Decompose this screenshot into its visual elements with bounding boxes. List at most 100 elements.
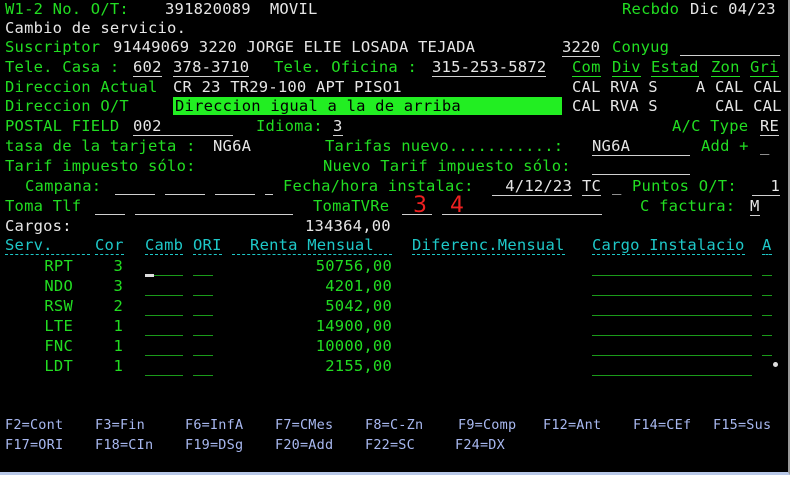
handwritten-annotation-4: 4 — [450, 193, 464, 218]
install-date-field[interactable]: 4/12/23 — [492, 177, 572, 196]
toma-tv-field-2[interactable] — [442, 214, 602, 215]
row-a-field[interactable] — [762, 295, 772, 296]
geo-header-zon: Zon — [711, 58, 740, 77]
points-label: Puntos O/T: — [632, 177, 737, 195]
row-a-field[interactable] — [762, 315, 772, 316]
row-renta: 5042,00 — [325, 297, 392, 315]
ac-type-field[interactable]: RE — [760, 117, 780, 136]
function-key[interactable]: F18=CIn — [95, 436, 153, 454]
order-label: W1-2 No. O/T: — [5, 0, 129, 18]
row-renta: 14900,00 — [315, 317, 392, 335]
function-key[interactable]: F24=DX — [455, 436, 505, 454]
geo-header-gri: Gri — [750, 58, 779, 77]
function-key[interactable]: F15=Sus — [713, 416, 771, 434]
row-ori-field[interactable] — [193, 315, 213, 316]
add-field[interactable]: _ — [760, 137, 770, 155]
row-cor: 1 — [113, 317, 123, 335]
col-header-a: A — [762, 236, 772, 255]
function-key[interactable]: F9=Comp — [458, 416, 516, 434]
ot-address-label: Direccion O/T — [5, 97, 129, 115]
function-key[interactable]: F17=ORI — [5, 436, 63, 454]
subscriber-code-field[interactable]: 3220 — [562, 38, 601, 57]
spouse-label: Conyug — [612, 38, 670, 56]
campaign-field-3[interactable] — [215, 194, 255, 195]
geo-header-div: Div — [612, 58, 641, 77]
current-address-label: Direccion Actual — [5, 78, 158, 96]
campaign-field-4[interactable] — [265, 194, 273, 195]
home-number-field[interactable]: 378-3710 — [173, 58, 250, 77]
ot-address-field[interactable]: Direccion igual a la de arriba — [173, 97, 562, 115]
card-rate-value: NG6A — [213, 137, 252, 155]
points-field[interactable]: 1 — [752, 177, 780, 196]
new-rates-field[interactable]: NG6A — [592, 137, 690, 156]
row-cargo-field[interactable] — [592, 355, 752, 356]
row-cor: 1 — [113, 337, 123, 355]
function-key[interactable]: F14=CEf — [633, 416, 691, 434]
row-ori-field[interactable] — [193, 375, 213, 376]
row-cor: 3 — [113, 277, 123, 295]
function-key[interactable]: F8=C-Zn — [365, 416, 423, 434]
col-header-serv: Serv. — [5, 236, 90, 255]
billing-field[interactable]: M — [750, 197, 760, 216]
function-key[interactable]: F3=Fin — [95, 416, 145, 434]
row-serv: LTE — [44, 317, 73, 335]
charges-label: Cargos: — [5, 217, 72, 235]
row-cargo-field[interactable] — [592, 295, 752, 296]
toma-tlf-field-2[interactable] — [135, 214, 293, 215]
new-tax-field[interactable] — [592, 174, 690, 175]
row-ori-field[interactable] — [193, 335, 213, 336]
col-header-diferenc: Diferenc.Mensual — [412, 236, 565, 255]
row-camb-field[interactable] — [145, 315, 183, 316]
install-extra-field[interactable]: _ — [612, 177, 622, 195]
campaign-field-2[interactable] — [165, 194, 205, 195]
order-number: 391820089 MOVIL — [165, 0, 318, 18]
row-serv: FNC — [44, 337, 73, 355]
col-header-renta: Renta Mensual — [232, 236, 392, 255]
cursor-dot — [773, 362, 778, 367]
install-time-field[interactable]: TC — [582, 177, 602, 196]
function-key[interactable]: F20=Add — [275, 436, 333, 454]
function-key[interactable]: F19=DSg — [185, 436, 243, 454]
function-key[interactable]: F12=Ant — [543, 416, 601, 434]
ot-address-geo: CAL RVA S CAL CAL — [572, 97, 782, 115]
row-cargo-field[interactable] — [592, 335, 752, 336]
row-camb-field[interactable] — [145, 375, 183, 376]
spouse-field[interactable] — [680, 55, 780, 56]
row-cargo-field[interactable] — [592, 315, 752, 316]
postal-field[interactable]: 002 — [133, 117, 233, 136]
row-camb-field[interactable] — [145, 295, 183, 296]
row-camb-field[interactable] — [145, 335, 183, 336]
row-cor: 2 — [113, 297, 123, 315]
row-cargo-field[interactable] — [592, 375, 752, 376]
col-header-camb: Camb — [145, 236, 184, 255]
card-rate-label: tasa de la tarjeta : — [5, 137, 196, 155]
function-key[interactable]: F6=InfA — [185, 416, 243, 434]
row-serv: RPT — [44, 257, 73, 275]
campaign-field-1[interactable] — [115, 194, 155, 195]
function-key[interactable]: F7=CMes — [275, 416, 333, 434]
row-ori-field[interactable] — [193, 355, 213, 356]
home-area-field[interactable]: 602 — [133, 58, 162, 77]
language-field[interactable]: 3 — [333, 117, 343, 136]
row-a-field[interactable] — [762, 275, 772, 276]
row-cor: 3 — [113, 257, 123, 275]
text-cursor — [145, 274, 154, 277]
row-a-field[interactable] — [762, 335, 772, 336]
function-key[interactable]: F22=SC — [365, 436, 415, 454]
col-header-cargo: Cargo Instalacio — [592, 236, 745, 255]
office-number-field[interactable]: 315-253-5872 — [432, 58, 547, 77]
toma-tlf-field-1[interactable] — [95, 214, 125, 215]
add-label: Add + — [701, 137, 749, 155]
col-header-ori: ORI — [193, 236, 222, 255]
row-ori-field[interactable] — [193, 295, 213, 296]
row-renta: 2155,00 — [325, 357, 392, 375]
row-renta: 10000,00 — [315, 337, 392, 355]
home-phone-label: Tele. Casa : — [5, 58, 120, 76]
row-cargo-field[interactable] — [592, 275, 752, 276]
row-ori-field[interactable] — [193, 275, 213, 276]
function-key[interactable]: F2=Cont — [5, 416, 63, 434]
toma-tlf-label: Toma Tlf — [5, 197, 82, 215]
subscriber-value: 91449069 3220 JORGE ELIE LOSADA TEJADA — [113, 38, 476, 56]
row-a-field[interactable] — [762, 355, 772, 356]
row-camb-field[interactable] — [145, 355, 183, 356]
